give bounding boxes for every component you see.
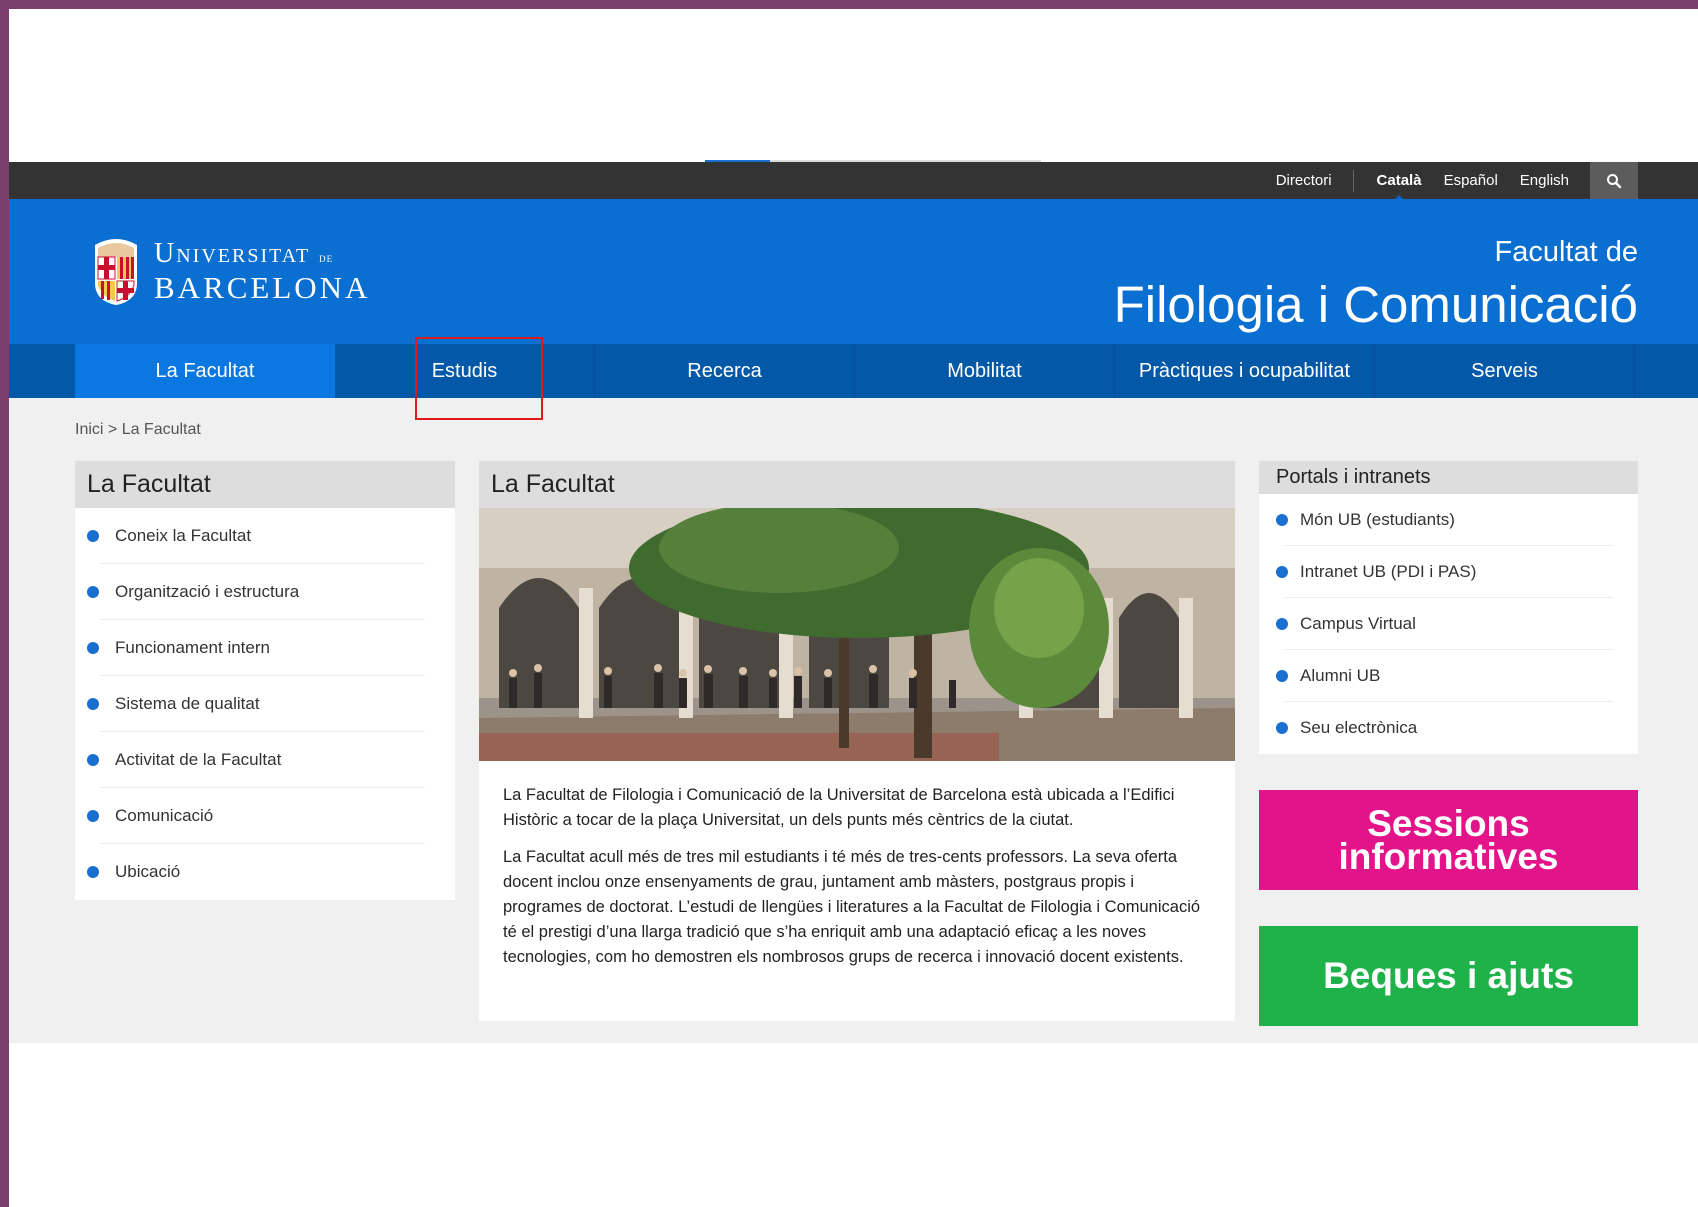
directori-link[interactable]: Directori bbox=[1265, 172, 1343, 189]
bullet-icon bbox=[87, 810, 99, 822]
sidebar-item-label: Organització i estructura bbox=[115, 582, 300, 601]
bullet-icon bbox=[1276, 514, 1288, 526]
portal-link-label: Seu electrònica bbox=[1300, 718, 1418, 737]
search-icon bbox=[1607, 173, 1622, 188]
portal-link-alumni[interactable]: Alumni UB bbox=[1259, 650, 1638, 702]
sidebar-item-label: Ubicació bbox=[115, 862, 181, 881]
sidebar-item-organitzacio[interactable]: Organització i estructura bbox=[75, 564, 455, 620]
sidebar-title: La Facultat bbox=[75, 461, 455, 508]
portal-link-intranet[interactable]: Intranet UB (PDI i PAS) bbox=[1259, 546, 1638, 598]
center-article: La Facultat La Facultat de Filologia i C… bbox=[479, 461, 1235, 1021]
portals-title: Portals i intranets bbox=[1259, 461, 1638, 494]
nav-la-facultat[interactable]: La Facultat bbox=[75, 344, 335, 398]
cloister-photo bbox=[479, 508, 1235, 761]
article-paragraph: La Facultat acull més de tres mil estudi… bbox=[503, 848, 1201, 966]
utility-links: Directori Català Español English bbox=[1265, 162, 1580, 199]
sidebar-item-ubicacio[interactable]: Ubicació bbox=[75, 844, 455, 900]
bullet-icon bbox=[87, 586, 99, 598]
lang-catala-link[interactable]: Català bbox=[1366, 172, 1433, 199]
sessions-informatives-banner[interactable]: Sessions informatives bbox=[1259, 790, 1638, 890]
sidebar-item-qualitat[interactable]: Sistema de qualitat bbox=[75, 676, 455, 732]
bullet-icon bbox=[87, 642, 99, 654]
portal-link-seu[interactable]: Seu electrònica bbox=[1259, 702, 1638, 754]
lang-english-link[interactable]: English bbox=[1509, 172, 1580, 189]
portal-link-label: Campus Virtual bbox=[1300, 614, 1416, 633]
selection-highlight-box bbox=[415, 337, 543, 420]
bullet-icon bbox=[1276, 722, 1288, 734]
ub-wordmark: Universitat de Barcelona bbox=[154, 237, 371, 305]
bullet-icon bbox=[87, 698, 99, 710]
right-sidebar: Portals i intranets Món UB (estudiants) … bbox=[1259, 461, 1638, 1026]
portal-link-campus-virtual[interactable]: Campus Virtual bbox=[1259, 598, 1638, 650]
portal-link-label: Món UB (estudiants) bbox=[1300, 510, 1455, 529]
bullet-icon bbox=[1276, 566, 1288, 578]
ub-shield-icon bbox=[95, 239, 137, 305]
faculty-subtitle: Facultat de bbox=[1494, 236, 1638, 268]
bullet-icon bbox=[1276, 618, 1288, 630]
promo-line: informatives bbox=[1338, 836, 1559, 877]
main-nav: La Facultat Estudis Recerca Mobilitat Pr… bbox=[9, 344, 1698, 398]
sidebar-item-comunicacio[interactable]: Comunicació bbox=[75, 788, 455, 844]
left-sidebar: La Facultat Coneix la Facultat Organitza… bbox=[75, 461, 455, 900]
bullet-icon bbox=[87, 866, 99, 878]
sidebar-item-funcionament[interactable]: Funcionament intern bbox=[75, 620, 455, 676]
nav-mobilitat[interactable]: Mobilitat bbox=[855, 344, 1115, 398]
promo-label: Beques i ajuts bbox=[1323, 955, 1574, 996]
divider bbox=[1352, 169, 1354, 192]
main-content: Inici > La Facultat La Facultat Coneix l… bbox=[9, 398, 1698, 1043]
bullet-icon bbox=[87, 754, 99, 766]
sidebar-item-coneix[interactable]: Coneix la Facultat bbox=[75, 508, 455, 564]
logo-line2: Barcelona bbox=[154, 269, 371, 305]
sidebar-item-label: Coneix la Facultat bbox=[115, 526, 252, 545]
logo-line1-small: de bbox=[319, 249, 334, 265]
article-body: La Facultat de Filologia i Comunicació d… bbox=[479, 761, 1235, 970]
site-header: Universitat de Barcelona Facultat de Fil… bbox=[9, 199, 1698, 344]
sidebar-item-activitat[interactable]: Activitat de la Facultat bbox=[75, 732, 455, 788]
nav-recerca[interactable]: Recerca bbox=[595, 344, 855, 398]
portal-link-label: Intranet UB (PDI i PAS) bbox=[1300, 562, 1477, 581]
browser-page: Directori Català Español English Univers… bbox=[9, 9, 1698, 1207]
portal-link-mon-ub[interactable]: Món UB (estudiants) bbox=[1259, 494, 1638, 546]
logo-line1: Universitat bbox=[154, 237, 311, 269]
sidebar-item-label: Funcionament intern bbox=[115, 638, 270, 657]
article-title: La Facultat bbox=[479, 461, 1235, 508]
bullet-icon bbox=[1276, 670, 1288, 682]
ub-logo[interactable]: Universitat de Barcelona bbox=[92, 235, 370, 307]
bullet-icon bbox=[87, 530, 99, 542]
sidebar-item-label: Comunicació bbox=[115, 806, 214, 825]
portals-box: Portals i intranets Món UB (estudiants) … bbox=[1259, 461, 1638, 754]
nav-serveis[interactable]: Serveis bbox=[1375, 344, 1635, 398]
sidebar-item-label: Sistema de qualitat bbox=[115, 694, 260, 713]
portal-link-label: Alumni UB bbox=[1300, 666, 1381, 685]
beques-ajuts-banner[interactable]: Beques i ajuts bbox=[1259, 926, 1638, 1026]
nav-practiques[interactable]: Pràctiques i ocupabilitat bbox=[1115, 344, 1375, 398]
article-paragraph: La Facultat de Filologia i Comunicació d… bbox=[503, 786, 1175, 829]
faculty-title: Facultat de Filologia i Comunicació bbox=[1114, 236, 1638, 334]
breadcrumb[interactable]: Inici > La Facultat bbox=[75, 421, 201, 439]
faculty-name: Filologia i Comunicació bbox=[1113, 276, 1638, 333]
top-utility-bar: Directori Català Español English bbox=[9, 162, 1698, 199]
sidebar-item-label: Activitat de la Facultat bbox=[115, 750, 282, 769]
lang-espanol-link[interactable]: Español bbox=[1433, 172, 1509, 189]
search-button[interactable] bbox=[1590, 162, 1638, 199]
page-loading-area bbox=[9, 9, 1698, 162]
